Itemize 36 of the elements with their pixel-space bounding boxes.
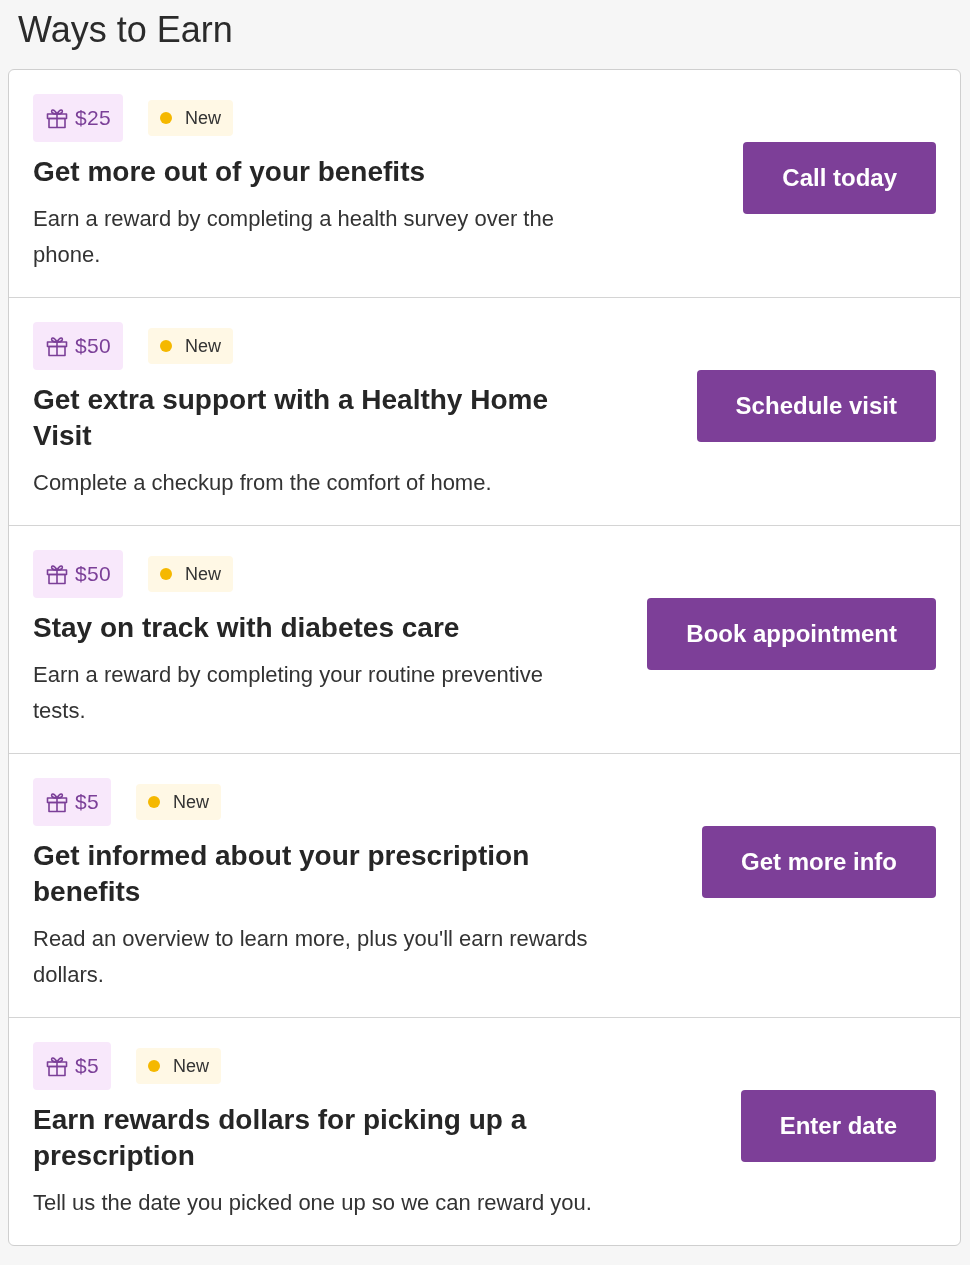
badge-label: New [172,1055,209,1077]
action-button[interactable]: Enter date [740,1090,936,1162]
reward-amount: $50 [75,334,111,358]
offer-title: Get extra support with a Healthy Home Visit [33,383,549,453]
badge-label: New [172,791,209,813]
status-dot-icon [159,112,172,124]
status-dot-icon [147,796,160,808]
gift-icon [45,562,69,586]
action-button[interactable]: Schedule visit [696,370,936,442]
badge-label: New [184,563,221,585]
gift-icon [45,790,69,814]
offer-description: Earn a reward by completing a health survey over the phone. [33,205,555,269]
badge-label: New [184,107,221,129]
status-dot-icon [159,568,172,580]
status-dot-icon [159,340,172,352]
offer-description: Tell us the date you picked one up so we can reward you. [33,1189,593,1217]
offer-description: Earn a reward by completing your routine preventive tests. [33,661,544,725]
page-title: Ways to Earn [18,8,234,52]
action-button[interactable]: Book appointment [647,598,936,670]
offer-title: Earn rewards dollars for picking up a prescription [33,1103,528,1173]
gift-icon [45,334,69,358]
offer-description: Read an overview to learn more, plus you'll earn rewards dollars. [33,925,589,989]
reward-amount: $25 [75,106,111,130]
reward-amount: $5 [75,1054,99,1078]
reward-amount: $50 [75,562,111,586]
action-button[interactable]: Call today [743,142,936,214]
badge-label: New [184,335,221,357]
gift-icon [45,106,69,130]
status-dot-icon [147,1060,160,1072]
offer-description: Complete a checkup from the comfort of home. [33,469,493,497]
action-button[interactable]: Get more info [702,826,936,898]
offer-title: Get informed about your prescription benefits [33,839,531,909]
offer-title: Stay on track with diabetes care [33,611,461,645]
reward-amount: $5 [75,790,99,814]
gift-icon [45,1054,69,1078]
offer-title: Get more out of your benefits [33,155,427,189]
